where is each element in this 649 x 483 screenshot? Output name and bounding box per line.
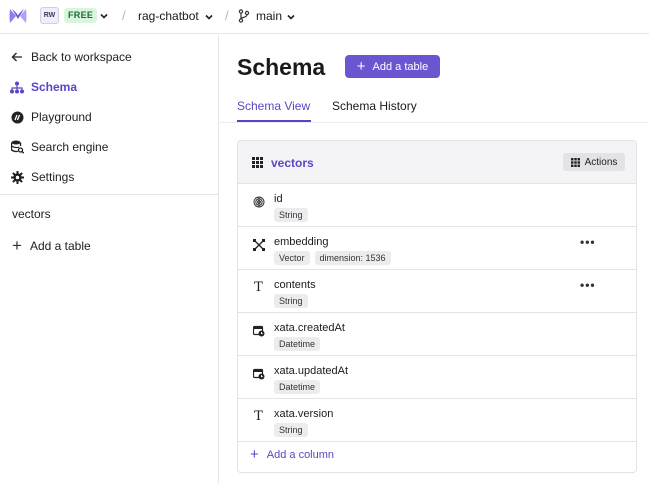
add-table-button-label: Add a table	[372, 60, 429, 73]
column-row-contents[interactable]: T contents String •••	[238, 270, 636, 313]
column-type-badges: String	[274, 208, 313, 222]
top-bar: RW FREE / rag-chatbot / main	[0, 0, 649, 34]
column-row-created-at[interactable]: xata.createdAt Datetime	[238, 313, 636, 356]
text-type-icon: T	[254, 409, 263, 424]
tab-schema-history[interactable]: Schema History	[332, 99, 417, 113]
database-selector[interactable]: rag-chatbot	[138, 9, 199, 23]
column-type-badges: String	[274, 423, 313, 437]
table-card-header: vectors Actions	[238, 141, 636, 184]
column-row-embedding[interactable]: embedding Vector dimension: 1536 •••	[238, 227, 636, 270]
column-name: xata.updatedAt	[274, 365, 349, 377]
vector-icon	[252, 238, 265, 251]
column-type-badge: String	[274, 423, 308, 437]
sidebar-item-search-engine[interactable]: Search engine	[10, 138, 108, 156]
calendar-clock-icon	[252, 367, 265, 380]
column-type-badge: Datetime	[274, 337, 321, 351]
table-actions-button[interactable]: Actions	[563, 153, 625, 171]
plus-icon: +	[356, 57, 366, 75]
column-type-badges: Datetime	[274, 337, 325, 351]
text-type-icon: T	[254, 280, 263, 295]
column-row-updated-at[interactable]: xata.updatedAt Datetime	[238, 356, 636, 399]
plus-icon: +	[12, 236, 22, 255]
sidebar-add-table-label: Add a table	[29, 239, 91, 253]
add-column-label: Add a column	[266, 449, 335, 461]
column-name: embedding	[274, 236, 329, 248]
actions-label: Actions	[584, 156, 618, 168]
sidebar-item-label: Settings	[31, 170, 75, 184]
column-name: xata.version	[274, 408, 334, 420]
add-column-button[interactable]: + Add a column	[250, 446, 335, 463]
column-name: xata.createdAt	[274, 322, 345, 334]
sidebar-item-label: Schema	[31, 80, 78, 94]
column-menu-button[interactable]: •••	[580, 278, 596, 292]
chevron-down-icon[interactable]	[204, 12, 214, 22]
column-name: id	[274, 193, 283, 205]
sidebar-item-playground[interactable]: Playground	[10, 108, 92, 126]
column-type-badge: Datetime	[274, 380, 321, 394]
column-row-version[interactable]: T xata.version String	[238, 399, 636, 442]
git-branch-icon	[238, 9, 250, 23]
plus-icon: +	[250, 446, 259, 463]
column-row-id[interactable]: id String	[238, 184, 636, 227]
page-title: Schema	[237, 54, 326, 80]
sidebar-item-label: Search engine	[31, 140, 109, 154]
column-menu-button[interactable]: •••	[580, 235, 596, 249]
sidebar-item-schema[interactable]: Schema	[10, 78, 77, 96]
tab-schema-view[interactable]: Schema View	[237, 99, 310, 113]
schema-tree-icon	[10, 80, 24, 94]
arrow-left-icon	[10, 50, 24, 64]
add-table-button[interactable]: + Add a table	[345, 55, 440, 78]
sidebar-divider	[0, 194, 218, 195]
table-grid-icon	[570, 157, 580, 167]
table-card: vectors Actions id String embedding Vect…	[237, 140, 637, 473]
active-tab-indicator	[237, 120, 311, 122]
id-fingerprint-icon	[252, 195, 265, 208]
column-type-badges: String	[274, 294, 313, 308]
sidebar-item-settings[interactable]: Settings	[10, 168, 74, 186]
tabs-border	[219, 122, 649, 123]
column-name: contents	[274, 279, 316, 291]
branch-selector[interactable]: main	[256, 9, 282, 23]
xata-logo-icon[interactable]	[9, 7, 27, 25]
breadcrumb-separator: /	[225, 8, 229, 23]
sidebar-table-vectors[interactable]: vectors	[12, 207, 51, 221]
workspace-avatar[interactable]: RW	[40, 7, 59, 24]
column-type-badge: String	[274, 208, 308, 222]
chevron-down-icon[interactable]	[286, 12, 296, 22]
column-dimension-badge: dimension: 1536	[314, 251, 391, 265]
plan-badge: FREE	[64, 8, 98, 23]
column-type-badge: String	[274, 294, 308, 308]
search-engine-icon	[10, 140, 24, 154]
calendar-clock-icon	[252, 324, 265, 337]
back-to-workspace-link[interactable]: Back to workspace	[10, 48, 132, 66]
chevron-down-icon[interactable]	[99, 11, 109, 21]
gear-icon	[10, 170, 24, 184]
sidebar-item-label: Playground	[31, 110, 92, 124]
sidebar-add-table-button[interactable]: + Add a table	[12, 236, 91, 255]
column-type-badges: Vector dimension: 1536	[274, 251, 396, 265]
column-type-badges: Datetime	[274, 380, 325, 394]
playground-icon	[10, 110, 24, 124]
back-to-workspace-label: Back to workspace	[31, 50, 132, 64]
table-name[interactable]: vectors	[271, 156, 314, 170]
table-grid-icon	[252, 157, 263, 168]
breadcrumb-separator: /	[122, 8, 126, 23]
column-type-badge: Vector	[274, 251, 310, 265]
sidebar: Back to workspace Schema Playground Sear…	[0, 35, 219, 483]
